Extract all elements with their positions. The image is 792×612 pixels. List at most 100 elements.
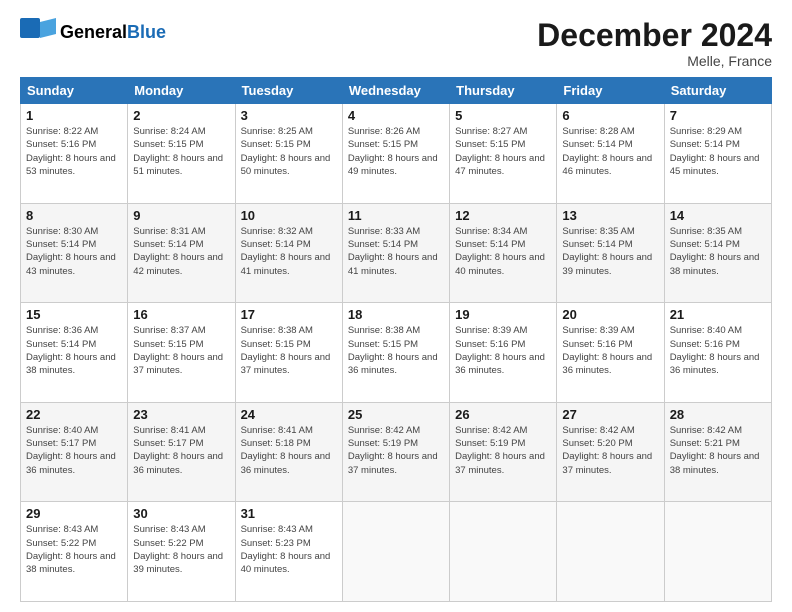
- location: Melle, France: [537, 53, 772, 69]
- day-number: 26: [455, 407, 551, 422]
- week-row-4: 22 Sunrise: 8:40 AMSunset: 5:17 PMDaylig…: [21, 402, 772, 502]
- cell-text: Sunrise: 8:38 AMSunset: 5:15 PMDaylight:…: [241, 325, 331, 376]
- cell-text: Sunrise: 8:38 AMSunset: 5:15 PMDaylight:…: [348, 325, 438, 376]
- day-number: 17: [241, 307, 337, 322]
- day-number: 18: [348, 307, 444, 322]
- day-number: 16: [133, 307, 229, 322]
- calendar-cell: 23 Sunrise: 8:41 AMSunset: 5:17 PMDaylig…: [128, 402, 235, 502]
- calendar-body: 1 Sunrise: 8:22 AMSunset: 5:16 PMDayligh…: [21, 104, 772, 602]
- col-header-sunday: Sunday: [21, 78, 128, 104]
- cell-text: Sunrise: 8:42 AMSunset: 5:19 PMDaylight:…: [348, 425, 438, 476]
- day-number: 6: [562, 108, 658, 123]
- cell-text: Sunrise: 8:35 AMSunset: 5:14 PMDaylight:…: [562, 226, 652, 277]
- cell-text: Sunrise: 8:39 AMSunset: 5:16 PMDaylight:…: [455, 325, 545, 376]
- calendar-cell: 19 Sunrise: 8:39 AMSunset: 5:16 PMDaylig…: [450, 303, 557, 403]
- cell-text: Sunrise: 8:35 AMSunset: 5:14 PMDaylight:…: [670, 226, 760, 277]
- day-number: 28: [670, 407, 766, 422]
- cell-text: Sunrise: 8:43 AMSunset: 5:23 PMDaylight:…: [241, 524, 331, 575]
- calendar-cell: 26 Sunrise: 8:42 AMSunset: 5:19 PMDaylig…: [450, 402, 557, 502]
- calendar-cell: 21 Sunrise: 8:40 AMSunset: 5:16 PMDaylig…: [664, 303, 771, 403]
- cell-text: Sunrise: 8:41 AMSunset: 5:17 PMDaylight:…: [133, 425, 223, 476]
- cell-text: Sunrise: 8:25 AMSunset: 5:15 PMDaylight:…: [241, 126, 331, 177]
- day-number: 19: [455, 307, 551, 322]
- calendar-cell: 12 Sunrise: 8:34 AMSunset: 5:14 PMDaylig…: [450, 203, 557, 303]
- calendar-cell: 22 Sunrise: 8:40 AMSunset: 5:17 PMDaylig…: [21, 402, 128, 502]
- title-section: December 2024 Melle, France: [537, 18, 772, 69]
- calendar-header: SundayMondayTuesdayWednesdayThursdayFrid…: [21, 78, 772, 104]
- day-number: 25: [348, 407, 444, 422]
- month-title: December 2024: [537, 18, 772, 53]
- day-number: 3: [241, 108, 337, 123]
- calendar-cell: 15 Sunrise: 8:36 AMSunset: 5:14 PMDaylig…: [21, 303, 128, 403]
- calendar-cell: 31 Sunrise: 8:43 AMSunset: 5:23 PMDaylig…: [235, 502, 342, 602]
- cell-text: Sunrise: 8:40 AMSunset: 5:16 PMDaylight:…: [670, 325, 760, 376]
- calendar-cell: 29 Sunrise: 8:43 AMSunset: 5:22 PMDaylig…: [21, 502, 128, 602]
- logo: GeneralBlue: [20, 18, 166, 48]
- calendar-cell: 3 Sunrise: 8:25 AMSunset: 5:15 PMDayligh…: [235, 104, 342, 204]
- col-header-thursday: Thursday: [450, 78, 557, 104]
- cell-text: Sunrise: 8:22 AMSunset: 5:16 PMDaylight:…: [26, 126, 116, 177]
- cell-text: Sunrise: 8:41 AMSunset: 5:18 PMDaylight:…: [241, 425, 331, 476]
- day-number: 21: [670, 307, 766, 322]
- calendar-cell: 14 Sunrise: 8:35 AMSunset: 5:14 PMDaylig…: [664, 203, 771, 303]
- day-number: 22: [26, 407, 122, 422]
- day-number: 10: [241, 208, 337, 223]
- day-number: 12: [455, 208, 551, 223]
- day-number: 31: [241, 506, 337, 521]
- col-header-tuesday: Tuesday: [235, 78, 342, 104]
- calendar-cell: 30 Sunrise: 8:43 AMSunset: 5:22 PMDaylig…: [128, 502, 235, 602]
- logo-blue: Blue: [127, 22, 166, 42]
- calendar-cell: 13 Sunrise: 8:35 AMSunset: 5:14 PMDaylig…: [557, 203, 664, 303]
- calendar-cell: 5 Sunrise: 8:27 AMSunset: 5:15 PMDayligh…: [450, 104, 557, 204]
- day-number: 20: [562, 307, 658, 322]
- logo-general: General: [60, 22, 127, 42]
- calendar-cell: [450, 502, 557, 602]
- day-number: 15: [26, 307, 122, 322]
- cell-text: Sunrise: 8:32 AMSunset: 5:14 PMDaylight:…: [241, 226, 331, 277]
- day-number: 24: [241, 407, 337, 422]
- cell-text: Sunrise: 8:42 AMSunset: 5:21 PMDaylight:…: [670, 425, 760, 476]
- cell-text: Sunrise: 8:36 AMSunset: 5:14 PMDaylight:…: [26, 325, 116, 376]
- cell-text: Sunrise: 8:28 AMSunset: 5:14 PMDaylight:…: [562, 126, 652, 177]
- cell-text: Sunrise: 8:39 AMSunset: 5:16 PMDaylight:…: [562, 325, 652, 376]
- calendar-cell: [557, 502, 664, 602]
- cell-text: Sunrise: 8:33 AMSunset: 5:14 PMDaylight:…: [348, 226, 438, 277]
- calendar-cell: 7 Sunrise: 8:29 AMSunset: 5:14 PMDayligh…: [664, 104, 771, 204]
- cell-text: Sunrise: 8:43 AMSunset: 5:22 PMDaylight:…: [26, 524, 116, 575]
- calendar-cell: 28 Sunrise: 8:42 AMSunset: 5:21 PMDaylig…: [664, 402, 771, 502]
- calendar-table: SundayMondayTuesdayWednesdayThursdayFrid…: [20, 77, 772, 602]
- day-number: 2: [133, 108, 229, 123]
- calendar-cell: 24 Sunrise: 8:41 AMSunset: 5:18 PMDaylig…: [235, 402, 342, 502]
- day-number: 13: [562, 208, 658, 223]
- cell-text: Sunrise: 8:30 AMSunset: 5:14 PMDaylight:…: [26, 226, 116, 277]
- calendar-cell: 18 Sunrise: 8:38 AMSunset: 5:15 PMDaylig…: [342, 303, 449, 403]
- cell-text: Sunrise: 8:40 AMSunset: 5:17 PMDaylight:…: [26, 425, 116, 476]
- calendar-cell: 2 Sunrise: 8:24 AMSunset: 5:15 PMDayligh…: [128, 104, 235, 204]
- calendar-cell: 10 Sunrise: 8:32 AMSunset: 5:14 PMDaylig…: [235, 203, 342, 303]
- cell-text: Sunrise: 8:26 AMSunset: 5:15 PMDaylight:…: [348, 126, 438, 177]
- logo-icon: [20, 18, 56, 48]
- page: GeneralBlue December 2024 Melle, France …: [0, 0, 792, 612]
- calendar-cell: 20 Sunrise: 8:39 AMSunset: 5:16 PMDaylig…: [557, 303, 664, 403]
- cell-text: Sunrise: 8:42 AMSunset: 5:20 PMDaylight:…: [562, 425, 652, 476]
- day-number: 23: [133, 407, 229, 422]
- cell-text: Sunrise: 8:29 AMSunset: 5:14 PMDaylight:…: [670, 126, 760, 177]
- calendar-cell: 11 Sunrise: 8:33 AMSunset: 5:14 PMDaylig…: [342, 203, 449, 303]
- week-row-5: 29 Sunrise: 8:43 AMSunset: 5:22 PMDaylig…: [21, 502, 772, 602]
- calendar-cell: 8 Sunrise: 8:30 AMSunset: 5:14 PMDayligh…: [21, 203, 128, 303]
- calendar-cell: [342, 502, 449, 602]
- day-number: 8: [26, 208, 122, 223]
- cell-text: Sunrise: 8:43 AMSunset: 5:22 PMDaylight:…: [133, 524, 223, 575]
- day-number: 4: [348, 108, 444, 123]
- col-header-saturday: Saturday: [664, 78, 771, 104]
- day-number: 1: [26, 108, 122, 123]
- calendar-cell: 27 Sunrise: 8:42 AMSunset: 5:20 PMDaylig…: [557, 402, 664, 502]
- week-row-3: 15 Sunrise: 8:36 AMSunset: 5:14 PMDaylig…: [21, 303, 772, 403]
- header-row: SundayMondayTuesdayWednesdayThursdayFrid…: [21, 78, 772, 104]
- cell-text: Sunrise: 8:37 AMSunset: 5:15 PMDaylight:…: [133, 325, 223, 376]
- calendar-cell: 17 Sunrise: 8:38 AMSunset: 5:15 PMDaylig…: [235, 303, 342, 403]
- day-number: 14: [670, 208, 766, 223]
- day-number: 5: [455, 108, 551, 123]
- calendar-cell: 1 Sunrise: 8:22 AMSunset: 5:16 PMDayligh…: [21, 104, 128, 204]
- calendar-cell: 4 Sunrise: 8:26 AMSunset: 5:15 PMDayligh…: [342, 104, 449, 204]
